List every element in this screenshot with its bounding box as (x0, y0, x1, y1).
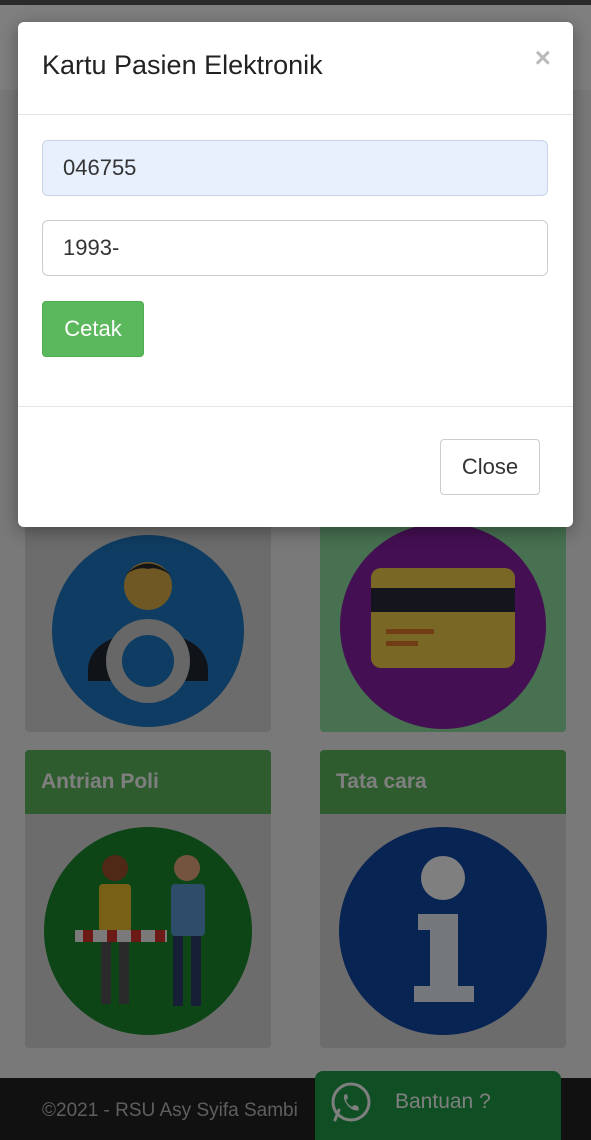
modal-body: Cetak (18, 115, 573, 407)
close-button[interactable]: Close (440, 439, 540, 495)
birth-date-input[interactable] (42, 220, 548, 276)
close-icon[interactable]: × (535, 44, 551, 72)
modal-header: Kartu Pasien Elektronik × (18, 22, 573, 115)
modal-title: Kartu Pasien Elektronik (42, 50, 323, 80)
patient-number-input[interactable] (42, 140, 548, 196)
print-button[interactable]: Cetak (42, 301, 144, 357)
modal-footer: Close (18, 407, 573, 526)
patient-card-modal: Kartu Pasien Elektronik × Cetak Close (18, 22, 573, 527)
